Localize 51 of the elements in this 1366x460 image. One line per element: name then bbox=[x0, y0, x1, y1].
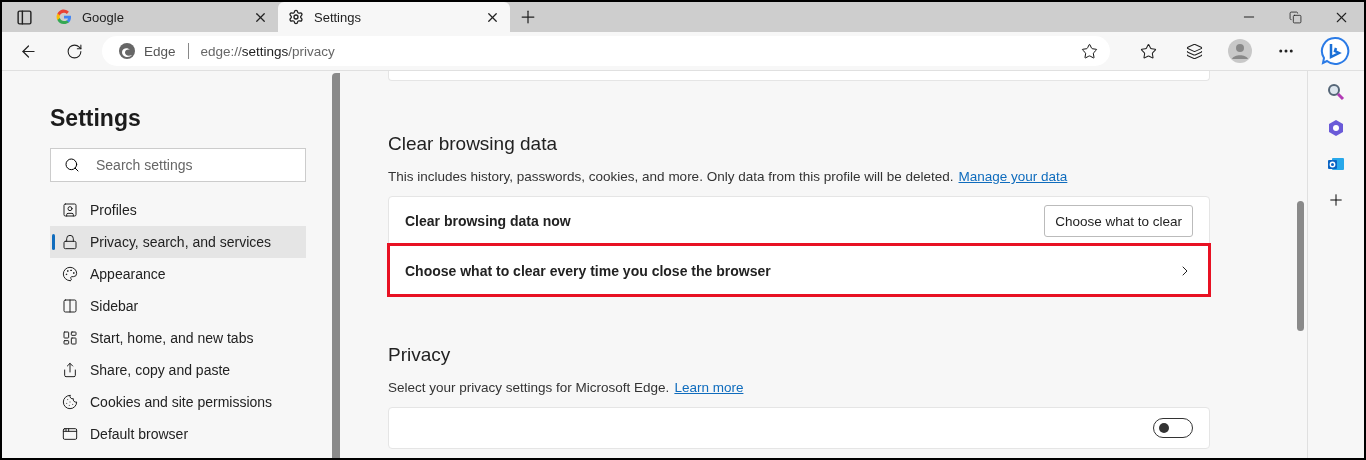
refresh-icon[interactable] bbox=[65, 42, 83, 60]
add-favorite-icon[interactable] bbox=[1081, 42, 1098, 60]
link[interactable]: Learn more bbox=[674, 380, 744, 395]
chat-bubble-icon[interactable] bbox=[1320, 36, 1350, 66]
settings-icon bbox=[288, 9, 304, 25]
nav-item[interactable]: Privacy, search, and services bbox=[50, 226, 306, 258]
nav-item[interactable]: Default browser bbox=[50, 418, 306, 450]
nav-item[interactable]: Sidebar bbox=[50, 290, 306, 322]
row-label: Clear browsing data now bbox=[405, 213, 572, 229]
palette-icon bbox=[62, 266, 78, 282]
sidebar-icon bbox=[62, 298, 78, 314]
address-bar[interactable]: Edge edge://settings/privacy bbox=[102, 36, 1110, 66]
browser-window-icon bbox=[62, 426, 78, 442]
share-icon bbox=[62, 362, 78, 378]
add-icon[interactable] bbox=[1327, 191, 1345, 209]
section-description: Select your privacy settings for Microsoft Edge. Learn more bbox=[388, 380, 745, 395]
hexagon-icon[interactable] bbox=[1327, 119, 1345, 137]
favorites-icon[interactable] bbox=[1139, 42, 1157, 60]
toggle-switch[interactable] bbox=[1153, 418, 1193, 438]
search-icon[interactable] bbox=[1327, 83, 1345, 101]
choose-button[interactable]: Choose what to clear bbox=[1044, 205, 1193, 237]
google-logo-icon bbox=[56, 9, 72, 25]
lock-icon bbox=[62, 234, 78, 250]
site-label: Edge bbox=[144, 43, 176, 59]
section-title: Privacy bbox=[388, 344, 452, 366]
mail-icon[interactable] bbox=[1327, 155, 1345, 173]
edge-logo-icon bbox=[118, 42, 136, 60]
section-title: Clear browsing data bbox=[388, 133, 558, 155]
browser-tab[interactable]: Google bbox=[46, 2, 278, 32]
section-description: This includes history, passwords, cookies, and more. Only data from this profile will be deleted. Manage your data bbox=[388, 169, 1069, 184]
row-label: Choose what to clear every time you close the browser bbox=[405, 262, 772, 279]
nav-item[interactable]: Cookies and site permissions bbox=[50, 386, 306, 418]
restore-icon[interactable] bbox=[1288, 10, 1302, 24]
tab-actions-icon[interactable] bbox=[15, 8, 33, 26]
settings-title: Settings bbox=[50, 105, 142, 132]
settings-row[interactable]: Choose what to clear every time you close the browser bbox=[389, 245, 1209, 295]
nav-item[interactable]: Profiles bbox=[50, 194, 306, 226]
nav-item[interactable]: Appearance bbox=[50, 258, 306, 290]
browser-tab[interactable]: Settings bbox=[278, 2, 510, 32]
nav-item[interactable]: Start, home, and new tabs bbox=[50, 322, 306, 354]
nav-item[interactable]: Share, copy and paste bbox=[50, 354, 306, 386]
scrollbar-thumb[interactable] bbox=[1297, 201, 1304, 331]
link[interactable]: Manage your data bbox=[958, 169, 1068, 184]
profile-icon bbox=[62, 202, 78, 218]
collections-icon[interactable] bbox=[1185, 42, 1203, 60]
cookie-icon bbox=[62, 394, 78, 410]
search-icon bbox=[64, 157, 80, 173]
search-field[interactable]: Search settings bbox=[50, 148, 306, 182]
profile-avatar-icon[interactable] bbox=[1228, 39, 1252, 63]
url-text: edge://settings/privacy bbox=[200, 43, 335, 59]
scrollbar-thumb[interactable] bbox=[332, 73, 340, 458]
